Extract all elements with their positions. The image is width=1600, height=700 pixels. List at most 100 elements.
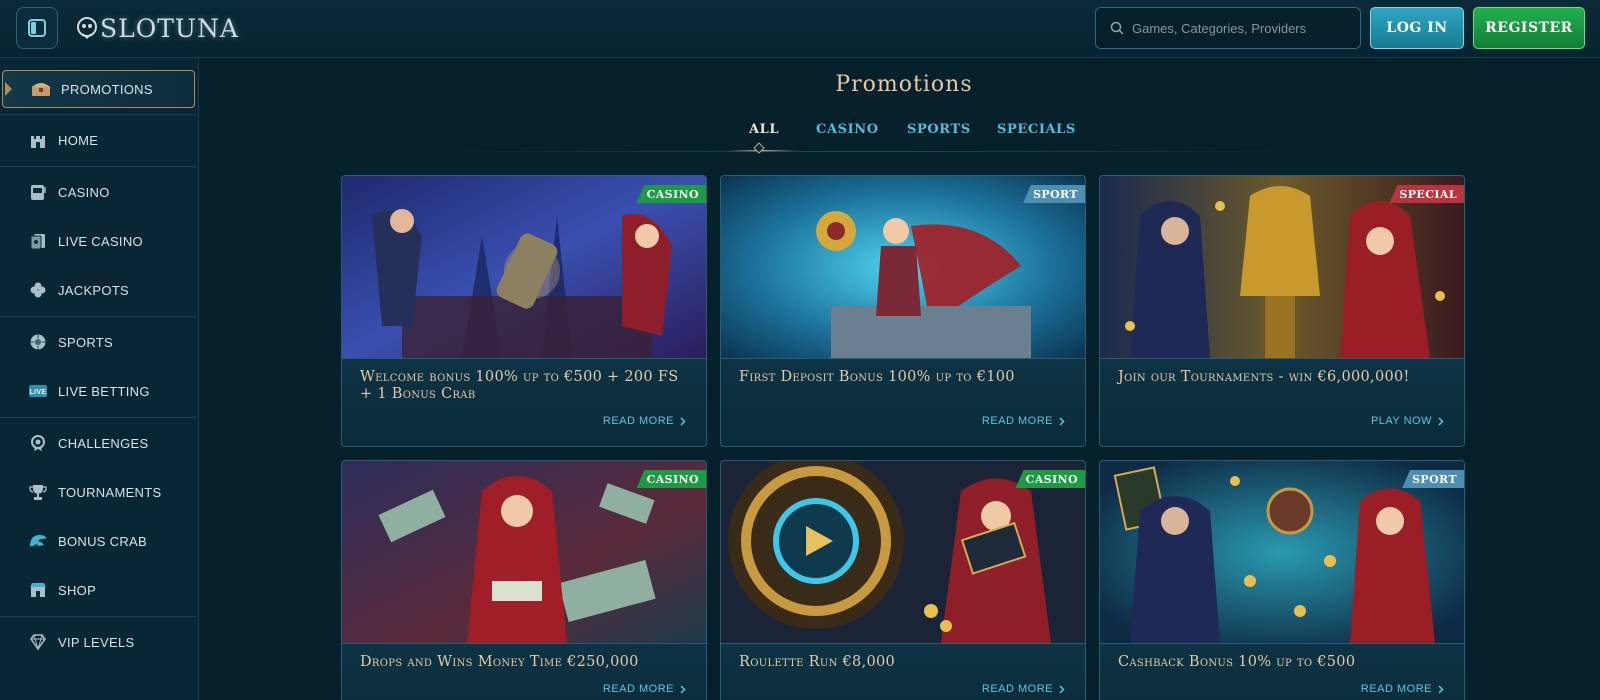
- read-more-link[interactable]: READ MORE: [1361, 683, 1444, 695]
- category-badge: CASINO: [636, 185, 706, 203]
- tab-casino[interactable]: CASINO: [816, 122, 879, 137]
- link-label: READ MORE: [981, 415, 1053, 427]
- sidebar-item-jackpots[interactable]: JACKPOTS: [0, 271, 196, 309]
- promo-card-first-deposit[interactable]: SPORT First Deposit Bonus 100% up to €10…: [720, 175, 1086, 447]
- link-label: READ MORE: [981, 683, 1053, 695]
- ball-icon: [28, 332, 48, 352]
- sidebar-divider: [0, 417, 196, 418]
- card-body: Join our Tournaments - win €6,000,000! P…: [1100, 358, 1464, 446]
- sidebar-item-label: VIP LEVELS: [58, 634, 135, 650]
- read-more-link[interactable]: READ MORE: [982, 683, 1065, 695]
- sidebar-item-label: BONUS CRAB: [58, 533, 147, 549]
- sidebar-item-vip-levels[interactable]: VIP LEVELS: [0, 623, 196, 661]
- card-body: Welcome bonus 100% up to €500 + 200 FS +…: [342, 358, 706, 446]
- search-icon: [1110, 21, 1124, 35]
- promo-card-tournaments[interactable]: SPECIAL Join our Tournaments - win €6,00…: [1099, 175, 1465, 447]
- category-badge: CASINO: [1015, 470, 1085, 488]
- category-badge: SPORT: [1023, 185, 1085, 203]
- sidebar-item-challenges[interactable]: CHALLENGES: [0, 424, 196, 462]
- card-body: First Deposit Bonus 100% up to €100 READ…: [721, 358, 1085, 446]
- sidebar-item-bonus-crab[interactable]: BONUS CRAB: [0, 522, 196, 560]
- read-more-link[interactable]: READ MORE: [982, 415, 1065, 427]
- sidebar: PROMOTIONS HOME CASINO LIVE CASINO JACKP…: [0, 58, 199, 700]
- logo-text: SLOTUNA: [100, 13, 239, 43]
- read-more-link[interactable]: READ MORE: [603, 415, 686, 427]
- sidebar-item-label: SPORTS: [58, 334, 114, 350]
- category-badge: SPORT: [1402, 470, 1464, 488]
- sidebar-item-live-casino[interactable]: LIVE CASINO: [0, 222, 196, 260]
- link-label: READ MORE: [602, 683, 674, 695]
- tab-all[interactable]: ALL: [749, 122, 779, 137]
- card-body: Drops and Wins Money Time €250,000 READ …: [342, 643, 706, 700]
- promo-image: SPORT: [1100, 461, 1464, 643]
- sidebar-item-shop[interactable]: SHOP: [0, 571, 196, 609]
- promo-card-welcome-bonus[interactable]: CASINO Welcome bonus 100% up to €500 + 2…: [341, 175, 707, 447]
- chevron-right-icon: [680, 416, 686, 426]
- promotion-tabs: ALL CASINO SPORTS SPECIALS: [0, 122, 1600, 152]
- sidebar-divider: [0, 316, 196, 317]
- category-badge: SPECIAL: [1389, 185, 1464, 203]
- sidebar-divider: [0, 616, 196, 617]
- search-box[interactable]: [1095, 7, 1361, 49]
- promo-title: Welcome bonus 100% up to €500 + 200 FS +…: [360, 369, 679, 402]
- sidebar-item-casino[interactable]: CASINO: [0, 173, 196, 211]
- promo-image: CASINO: [342, 176, 706, 358]
- promo-title: Drops and Wins Money Time €250,000: [360, 654, 639, 670]
- medal-icon: [28, 433, 48, 453]
- card-body: Cashback Bonus 10% up to €500 READ MORE: [1100, 643, 1464, 700]
- header: SLOTUNA LOG IN REGISTER: [0, 0, 1600, 58]
- sidebar-divider: [0, 166, 196, 167]
- logo[interactable]: SLOTUNA: [76, 12, 239, 44]
- tabs-divider: [430, 151, 1310, 152]
- search-input[interactable]: [1132, 20, 1352, 36]
- trophy-icon: [28, 482, 48, 502]
- sidebar-item-live-betting[interactable]: LIVE LIVE BETTING: [0, 372, 196, 410]
- promo-title: Join our Tournaments - win €6,000,000!: [1118, 369, 1410, 385]
- sidebar-divider: [0, 114, 196, 115]
- promo-image: CASINO: [721, 461, 1085, 643]
- sidebar-item-label: LIVE BETTING: [58, 383, 150, 399]
- sidebar-item-label: CASINO: [58, 184, 110, 200]
- sidebar-item-label: LIVE CASINO: [58, 233, 143, 249]
- chevron-right-icon: [1438, 684, 1444, 694]
- promo-card-cashback[interactable]: SPORT Cashback Bonus 10% up to €500 READ…: [1099, 460, 1465, 700]
- cards-icon: [28, 231, 48, 251]
- promo-title: First Deposit Bonus 100% up to €100: [739, 369, 1015, 385]
- promo-title: Cashback Bonus 10% up to €500: [1118, 654, 1356, 670]
- tab-specials[interactable]: SPECIALS: [997, 122, 1076, 137]
- category-badge: CASINO: [636, 470, 706, 488]
- menu-toggle-button[interactable]: [16, 7, 58, 49]
- sidebar-item-tournaments[interactable]: TOURNAMENTS: [0, 473, 196, 511]
- register-button[interactable]: REGISTER: [1473, 7, 1585, 49]
- chevron-right-icon: [1059, 416, 1065, 426]
- sidebar-item-label: JACKPOTS: [58, 282, 130, 298]
- live-icon: LIVE: [28, 381, 48, 401]
- play-now-link[interactable]: PLAY NOW: [1371, 415, 1444, 427]
- sidebar-item-label: TOURNAMENTS: [58, 484, 162, 500]
- promo-image: SPECIAL: [1100, 176, 1464, 358]
- link-label: PLAY NOW: [1370, 415, 1432, 427]
- sidebar-item-sports[interactable]: SPORTS: [0, 323, 196, 361]
- promo-image: CASINO: [342, 461, 706, 643]
- chevron-right-icon: [1059, 684, 1065, 694]
- sidebar-item-label: SHOP: [58, 582, 97, 598]
- promo-title: Roulette Run €8,000: [739, 654, 896, 670]
- slot-machine-icon: [28, 182, 48, 202]
- crab-claw-icon: [28, 531, 48, 551]
- link-label: READ MORE: [1360, 683, 1432, 695]
- logo-skull-icon: [77, 17, 97, 40]
- read-more-link[interactable]: READ MORE: [603, 683, 686, 695]
- sidebar-item-label: CHALLENGES: [58, 435, 149, 451]
- tab-sports[interactable]: SPORTS: [907, 122, 971, 137]
- sidebar-toggle-icon: [28, 19, 46, 37]
- page-title: Promotions: [835, 72, 973, 97]
- card-body: Roulette Run €8,000 READ MORE: [721, 643, 1085, 700]
- promo-image: SPORT: [721, 176, 1085, 358]
- promo-card-roulette-run[interactable]: CASINO Roulette Run €8,000 READ MORE: [720, 460, 1086, 700]
- link-label: READ MORE: [602, 415, 674, 427]
- login-button[interactable]: LOG IN: [1370, 7, 1464, 49]
- diamond-icon: [28, 632, 48, 652]
- svg-text:LIVE: LIVE: [30, 389, 47, 396]
- shop-icon: [28, 580, 48, 600]
- promo-card-drops-and-wins[interactable]: CASINO Drops and Wins Money Time €250,00…: [341, 460, 707, 700]
